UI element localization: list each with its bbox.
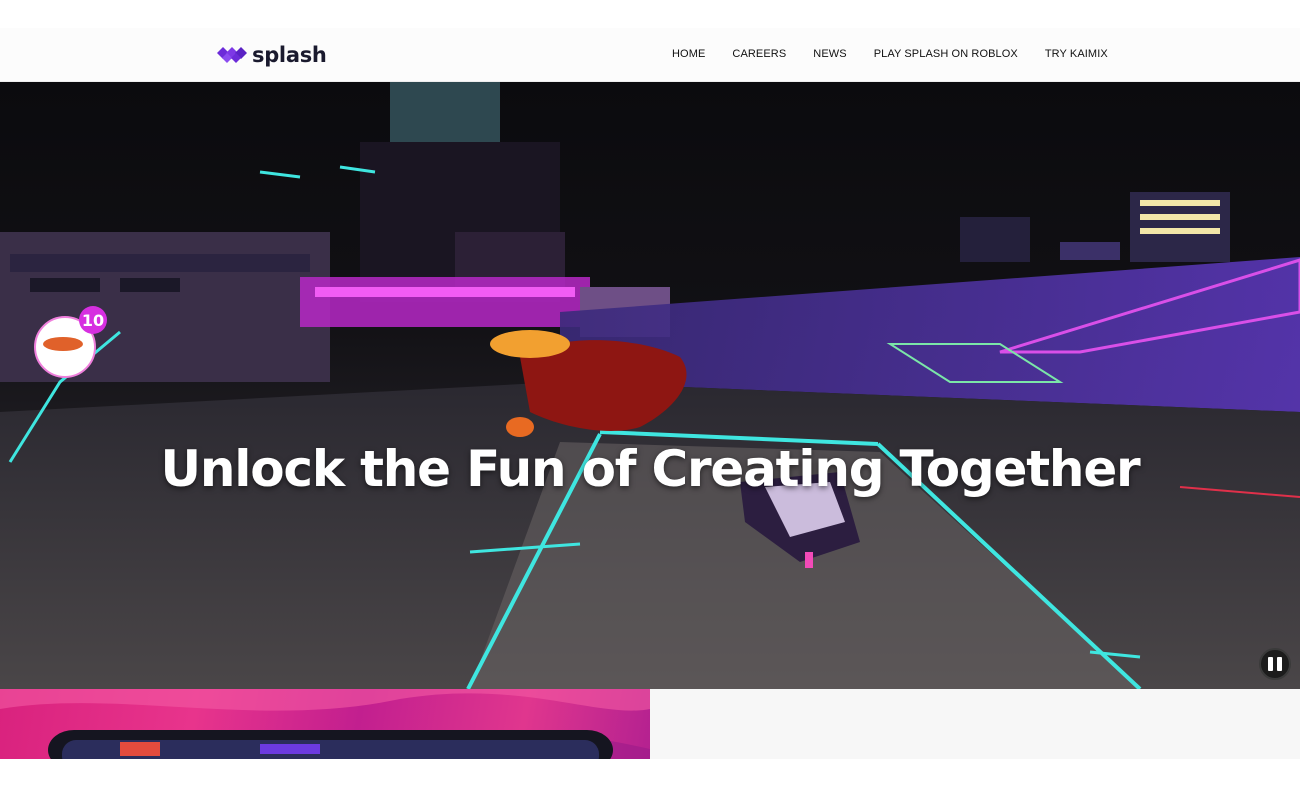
nav-try-kaimix-link[interactable]: TRY KAIMIX	[1045, 48, 1108, 60]
main-nav: HOME CAREERS NEWS PLAY SPLASH ON ROBLOX …	[672, 48, 1108, 60]
promo-artwork	[0, 689, 650, 759]
nav-home-link[interactable]: HOME	[672, 48, 705, 60]
pause-button[interactable]	[1259, 648, 1291, 680]
bottom-strip	[0, 759, 1300, 788]
top-strip	[0, 0, 1300, 28]
brand-name: splash	[252, 43, 327, 67]
nav-play-roblox-link[interactable]: PLAY SPLASH ON ROBLOX	[874, 48, 1018, 60]
pause-icon	[1268, 657, 1273, 671]
splash-logo[interactable]: splash	[216, 40, 327, 70]
pause-icon-bar	[1277, 657, 1282, 671]
hero-video-frame: 10	[0, 82, 1300, 689]
avatar-badge-count: 10	[82, 311, 104, 330]
nav-news-link[interactable]: NEWS	[813, 48, 846, 60]
site-header: splash HOME CAREERS NEWS PLAY SPLASH ON …	[0, 28, 1300, 82]
promo-banner	[0, 689, 650, 759]
splash-logo-icon	[217, 47, 247, 63]
nav-careers-link[interactable]: CAREERS	[732, 48, 786, 60]
promo-panel	[650, 689, 1300, 759]
hero-headline: Unlock the Fun of Creating Together	[160, 440, 1141, 498]
hero-video: 10 Unlock the Fun of Creating Together	[0, 82, 1300, 689]
